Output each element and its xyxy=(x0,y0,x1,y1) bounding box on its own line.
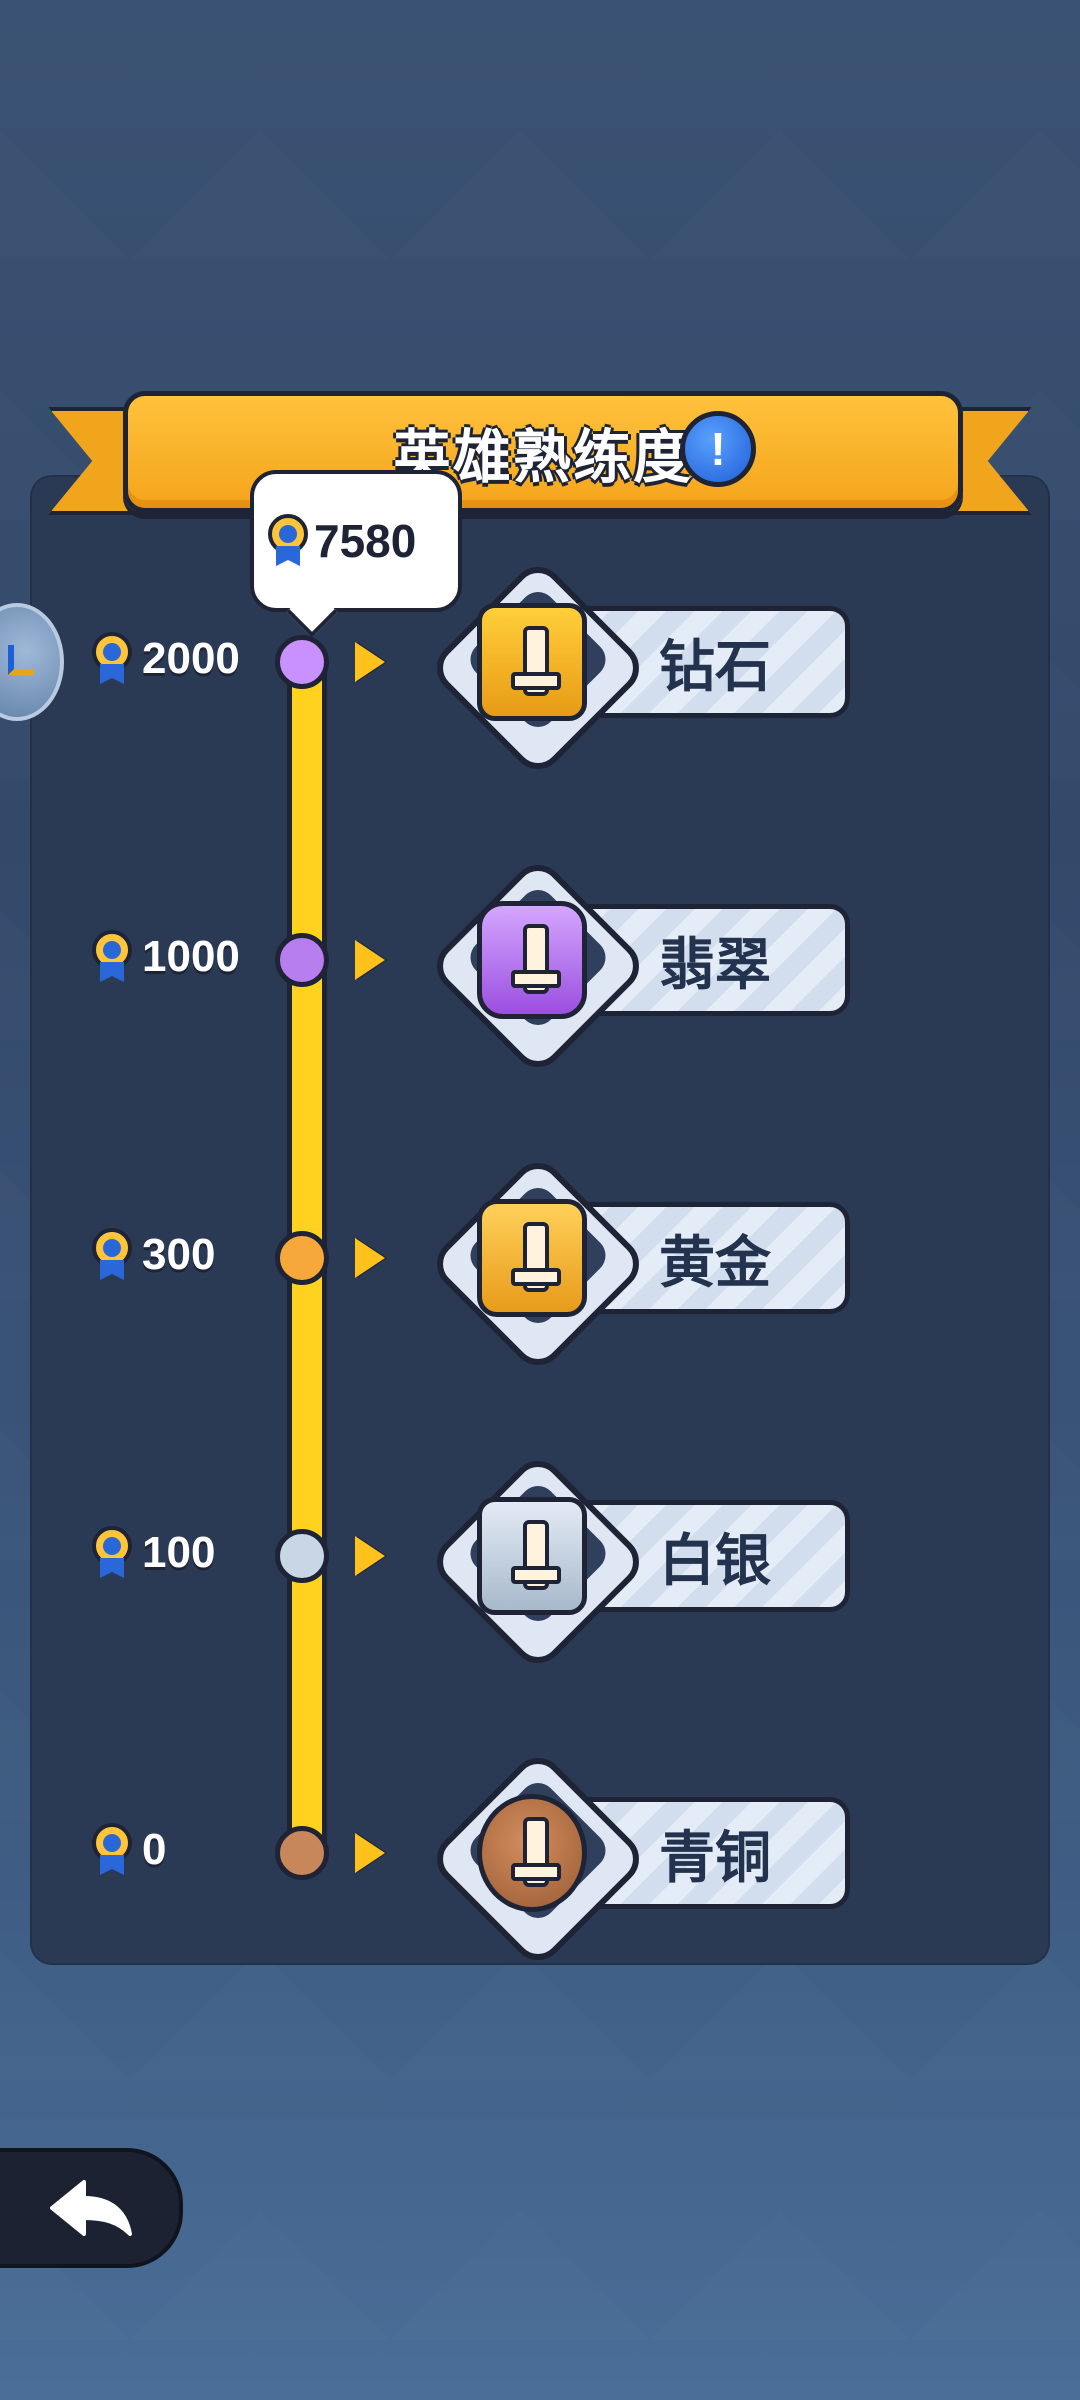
tier-threshold: 300 xyxy=(142,1230,216,1279)
tier-threshold: 1000 xyxy=(142,932,240,981)
bronze-rank-emblem-icon xyxy=(477,1794,587,1912)
arrow-right-icon xyxy=(355,1833,385,1873)
track-node-icon xyxy=(275,933,329,987)
arrow-right-icon xyxy=(355,940,385,980)
rank-label: 钻石 xyxy=(659,634,771,698)
tier-threshold: 0 xyxy=(142,1825,167,1874)
rank-label: 黄金 xyxy=(659,1230,771,1294)
diamond-rank-emblem-icon xyxy=(477,603,587,721)
back-arrow-icon xyxy=(50,2180,132,2236)
side-button-icon xyxy=(8,645,34,675)
medal-icon xyxy=(92,930,132,984)
rank-label: 翡翠 xyxy=(659,932,771,996)
medal-icon xyxy=(268,514,308,568)
medal-icon xyxy=(92,1228,132,1282)
info-glyph: ! xyxy=(710,423,726,475)
track-node-icon xyxy=(275,1826,329,1880)
rank-label: 白银 xyxy=(659,1528,771,1592)
arrow-right-icon xyxy=(355,642,385,682)
medal-icon xyxy=(92,1823,132,1877)
track-node-icon xyxy=(275,1231,329,1285)
medal-icon xyxy=(92,1526,132,1580)
arrow-right-icon xyxy=(355,1238,385,1278)
silver-rank-emblem-icon xyxy=(477,1497,587,1615)
back-button[interactable] xyxy=(0,2148,183,2268)
title-banner: 英雄熟练度 ! xyxy=(48,385,1032,525)
emerald-rank-emblem-icon xyxy=(477,901,587,1019)
current-score-bubble: 7580 xyxy=(250,470,462,612)
track-node-icon xyxy=(275,635,329,689)
tier-threshold: 100 xyxy=(142,1528,216,1577)
rank-label: 青铜 xyxy=(659,1825,771,1889)
tier-threshold: 2000 xyxy=(142,634,240,683)
medal-icon xyxy=(92,632,132,686)
current-score-value: 7580 xyxy=(314,515,417,567)
info-icon[interactable]: ! xyxy=(680,411,756,487)
gold-rank-emblem-icon xyxy=(477,1199,587,1317)
arrow-right-icon xyxy=(355,1536,385,1576)
track-node-icon xyxy=(275,1529,329,1583)
banner-plate: 英雄熟练度 xyxy=(123,391,963,513)
